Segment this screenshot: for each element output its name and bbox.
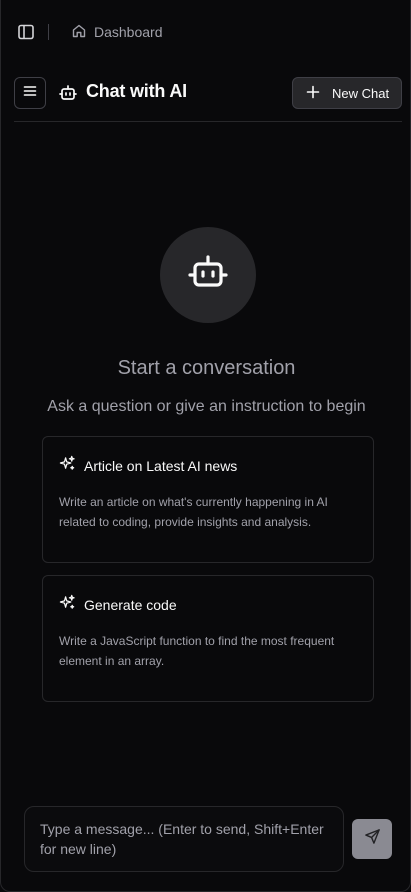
top-bar: Dashboard <box>1 0 411 64</box>
home-icon <box>71 23 87 42</box>
suggestion-title: Article on Latest AI news <box>84 458 238 474</box>
suggestion-description: Write a JavaScript function to find the … <box>59 634 335 668</box>
menu-button[interactable] <box>14 77 46 109</box>
new-chat-button[interactable]: New Chat <box>292 77 402 109</box>
bot-icon <box>184 249 232 302</box>
panel-left-icon[interactable] <box>16 22 36 42</box>
suggestion-card[interactable]: Generate code Write a JavaScript functio… <box>42 575 374 702</box>
bot-avatar <box>160 227 256 323</box>
suggestion-card-header: Article on Latest AI news <box>59 455 237 477</box>
hamburger-menu-icon <box>22 83 38 104</box>
suggestion-description: Write an article on what's currently hap… <box>59 495 328 529</box>
sparkles-icon <box>59 455 76 477</box>
sparkles-icon <box>59 594 76 616</box>
plus-icon <box>306 85 320 102</box>
message-input[interactable] <box>25 807 343 871</box>
bot-icon <box>58 83 78 103</box>
suggestion-card[interactable]: Article on Latest AI news Write an artic… <box>42 436 374 563</box>
empty-state-subtitle: Ask a question or give an instruction to… <box>47 398 366 415</box>
page-title: Chat with AI <box>86 81 187 101</box>
new-chat-label: New Chat <box>332 85 390 101</box>
empty-state-title: Start a conversation <box>117 357 296 379</box>
send-icon <box>364 828 381 850</box>
topbar-separator <box>48 24 49 40</box>
suggestion-card-header: Generate code <box>59 594 177 616</box>
app-frame: Dashboard Chat with AI New Chat Start a … <box>0 0 411 892</box>
header-divider <box>14 121 402 122</box>
suggestion-title: Generate code <box>84 597 177 613</box>
breadcrumb[interactable]: Dashboard <box>71 22 163 42</box>
breadcrumb-label: Dashboard <box>94 24 163 40</box>
message-composer <box>24 806 344 872</box>
chat-header: Chat with AI New Chat <box>1 76 411 110</box>
send-button[interactable] <box>352 819 392 859</box>
